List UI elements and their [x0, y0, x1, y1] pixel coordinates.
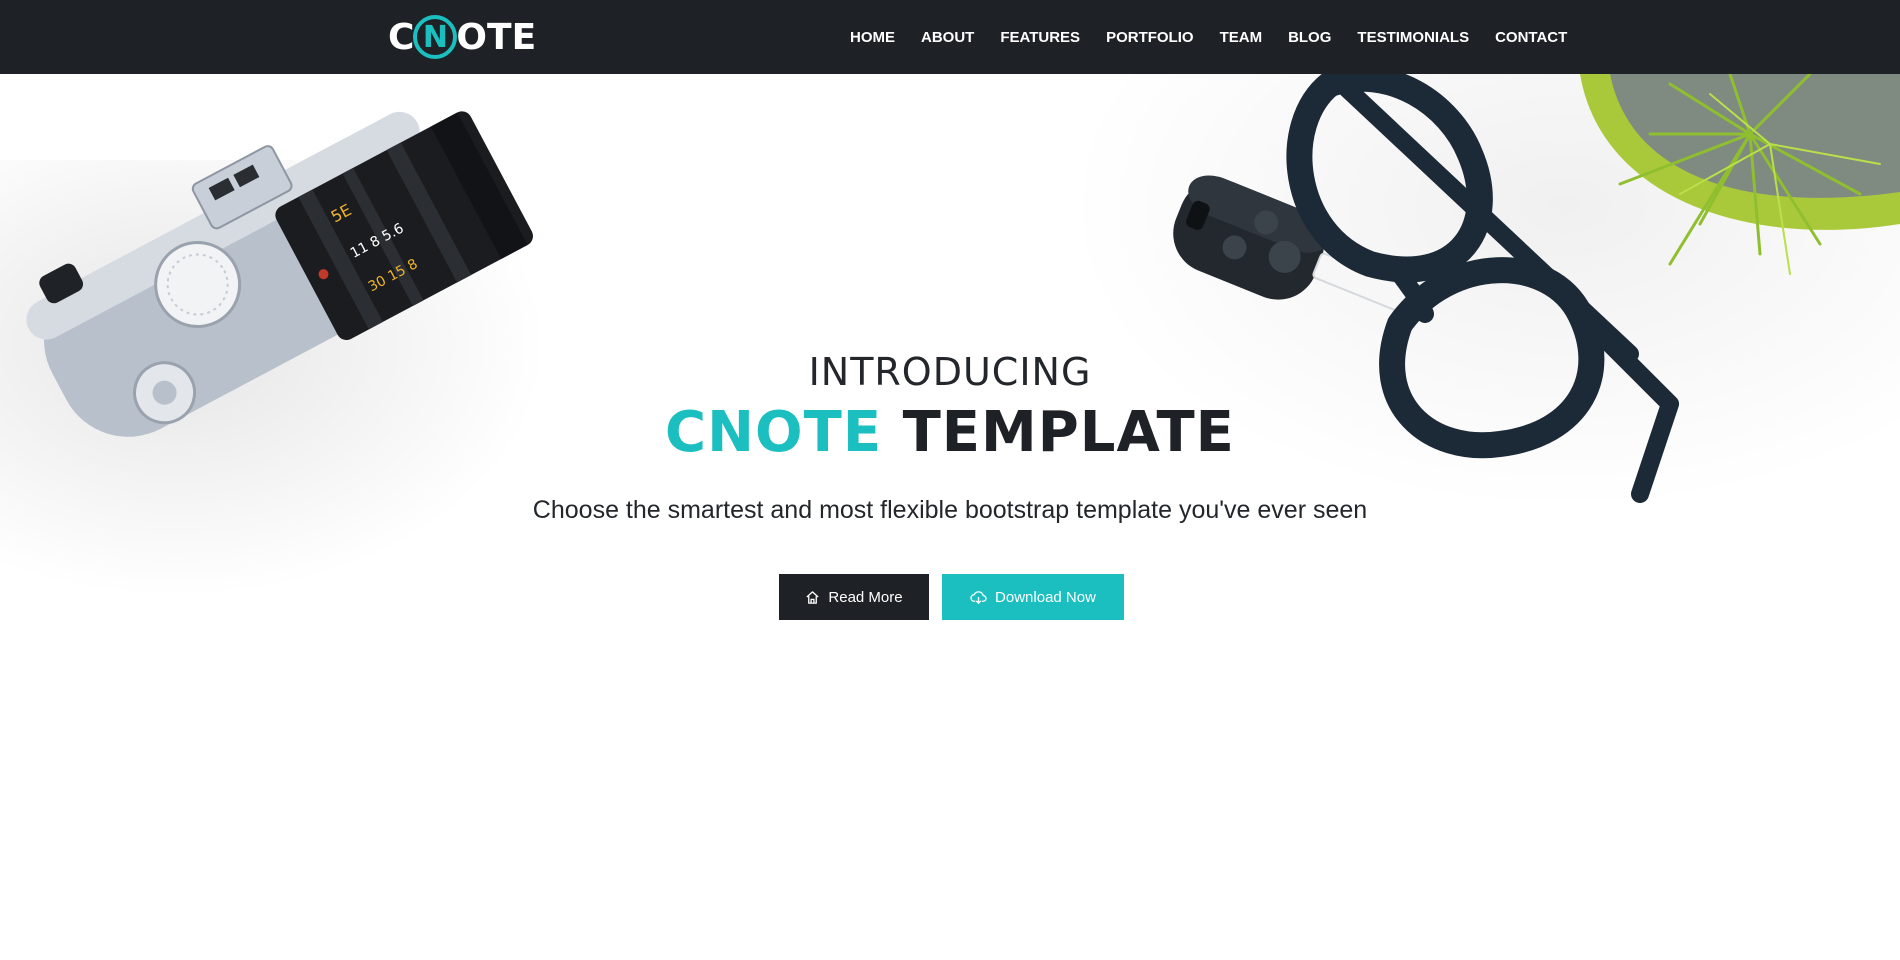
- nav-item-team[interactable]: TEAM: [1220, 29, 1263, 46]
- read-more-button[interactable]: Read More: [779, 574, 929, 620]
- camera-image: 5E 11 8 5.6 30 15 8: [26, 111, 533, 437]
- nav-item-testimonials[interactable]: TESTIMONIALS: [1357, 29, 1469, 46]
- nav-item-portfolio[interactable]: PORTFOLIO: [1106, 29, 1194, 46]
- logo-ring-letter: N: [413, 15, 458, 59]
- hero-title-rest: TEMPLATE: [902, 400, 1235, 465]
- top-navbar: C N OTE HOME ABOUT FEATURES PORTFOLIO TEAM…: [0, 0, 1900, 74]
- home-icon: [805, 590, 820, 605]
- nav-item-features[interactable]: FEATURES: [1000, 29, 1080, 46]
- read-more-label: Read More: [828, 588, 903, 606]
- hero-subtitle: Choose the smartest and most flexible bo…: [532, 496, 1368, 524]
- hero-title-accent: CNOTE: [665, 400, 883, 465]
- cloud-download-icon: [970, 590, 987, 605]
- download-now-button[interactable]: Download Now: [942, 574, 1124, 620]
- download-now-label: Download Now: [995, 588, 1096, 606]
- hero-title: CNOTE TEMPLATE: [0, 400, 1900, 465]
- nav-item-home[interactable]: HOME: [850, 29, 895, 46]
- logo-prefix: C: [388, 16, 415, 58]
- nav-item-about[interactable]: ABOUT: [921, 29, 974, 46]
- brand-logo[interactable]: C N OTE: [388, 12, 536, 62]
- potted-plant-image: [1580, 74, 1900, 275]
- main-nav: HOME ABOUT FEATURES PORTFOLIO TEAM BLOG …: [850, 0, 1567, 74]
- nav-item-contact[interactable]: CONTACT: [1495, 29, 1567, 46]
- hero-pretitle: INTRODUCING: [808, 350, 1092, 394]
- logo-suffix: OTE: [456, 16, 537, 58]
- nav-item-blog[interactable]: BLOG: [1288, 29, 1331, 46]
